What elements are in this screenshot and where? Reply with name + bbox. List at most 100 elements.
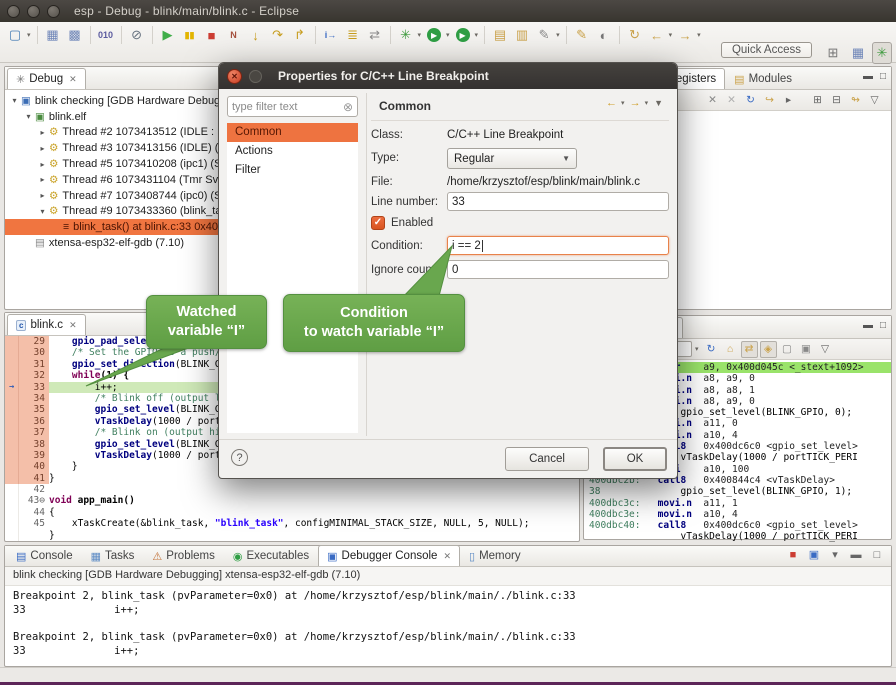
terminate-icon[interactable]: ■ [201,24,223,46]
console-dropdown-icon[interactable]: ▾ [827,548,843,561]
open-perspective-icon[interactable]: ⊞ [822,42,844,64]
expand-arrow-icon[interactable]: ▸ [37,144,48,153]
annotation-icon[interactable]: ✎ [533,24,555,46]
clear-filter-icon[interactable]: ⊗ [343,100,353,114]
code-line[interactable]: 45 xTaskCreate(&blink_task, "blink_task"… [5,518,579,529]
dialog-nav-common[interactable]: Common [227,123,358,142]
run-config-icon[interactable]: ▶ [423,24,445,46]
condition-input[interactable]: i == 2 [447,236,669,255]
chevron-down-icon[interactable]: ▾ [695,345,699,353]
expand-arrow-icon[interactable]: ▸ [37,175,48,184]
minimize-icon[interactable]: ▬ [848,549,864,561]
step-into-icon[interactable]: ↓ [245,24,267,46]
code-line[interactable]: 44{ [5,507,579,518]
remove-selected-icon[interactable]: ✕ [704,92,721,109]
debug-perspective-icon[interactable]: ✳ [872,42,892,64]
dialog-window-button[interactable] [249,70,262,83]
window-minimize-button[interactable] [27,5,40,18]
type-select[interactable]: Regular ▼ [447,148,577,169]
display-console-icon[interactable]: ▣ [806,548,822,561]
link-with-editor-icon[interactable]: ◐ [593,24,615,46]
cancel-button[interactable]: Cancel [505,447,589,471]
close-icon[interactable]: ✕ [69,320,77,331]
remove-all-icon[interactable]: ✕ [723,92,740,109]
expand-arrow-icon[interactable]: ▸ [37,191,48,200]
back-icon[interactable]: ← [646,24,668,46]
chevron-down-icon[interactable]: ▾ [446,31,450,39]
back-icon[interactable]: ← [606,97,617,109]
minimize-icon[interactable]: ▬ [863,320,873,331]
collapse-all-icon[interactable]: ⊟ [828,92,845,109]
sync-selection-icon[interactable]: ◈ [760,341,777,358]
tab-console[interactable]: ▤Console [7,545,82,566]
open-new-view-icon[interactable]: ▢ [779,341,796,358]
filter-input[interactable]: type filter text ⊗ [227,96,358,117]
cpp-perspective-icon[interactable]: ▦ [847,42,869,64]
view-menu-icon[interactable]: ▽ [866,92,883,109]
expand-arrow-icon[interactable]: ▾ [37,207,48,216]
tab-problems[interactable]: ⚠Problems [143,545,223,566]
tab-modules[interactable]: ▤ Modules [725,68,801,89]
minimize-icon[interactable]: ▬ [863,71,873,82]
dialog-close-button[interactable]: ✕ [227,69,242,84]
pointer-icon[interactable]: ▸ [780,92,797,109]
close-icon[interactable]: ✕ [443,551,451,562]
forward-icon[interactable]: → [674,24,696,46]
terminate-icon[interactable]: ■ [785,549,801,561]
debug-config-icon[interactable]: ✳ [395,24,417,46]
chevron-down-icon[interactable]: ▾ [27,31,31,39]
chevron-down-icon[interactable]: ▾ [697,31,701,39]
window-maximize-button[interactable] [47,5,60,18]
view-menu-icon[interactable]: ▽ [817,341,834,358]
home-icon[interactable]: ⌂ [722,341,739,358]
chevron-down-icon[interactable]: ▾ [475,31,479,39]
skip-breakpoints-icon[interactable]: ⊘ [126,24,148,46]
enabled-checkbox[interactable]: ✓ [371,216,385,230]
pin-icon[interactable]: ▣ [798,341,815,358]
step-over-icon[interactable]: ↷ [267,24,289,46]
quick-access-button[interactable]: Quick Access [721,42,812,58]
maximize-icon[interactable]: □ [869,549,885,561]
last-edit-location-icon[interactable]: ↻ [624,24,646,46]
help-icon[interactable]: ? [231,449,248,466]
refresh-icon[interactable]: ↻ [703,341,720,358]
save-all-icon[interactable]: ▩ [64,24,86,46]
tab-memory[interactable]: ▯Memory [460,545,530,566]
expand-arrow-icon[interactable]: ▾ [23,112,34,121]
code-line[interactable]: 43⊖void app_main() [5,495,579,506]
save-icon[interactable]: ▦ [42,24,64,46]
code-line[interactable]: 42 [5,484,579,495]
tab-debug[interactable]: ✳ Debug ✕ [7,68,86,89]
disconnect-icon[interactable]: N [223,24,245,46]
expand-arrow-icon[interactable]: ▾ [9,96,20,105]
resume-icon[interactable]: ▶ [157,24,179,46]
tab-tasks[interactable]: ▦Tasks [82,545,144,566]
tab-debugger-console[interactable]: ▣Debugger Console✕ [318,545,460,566]
refresh-icon[interactable]: ↻ [742,92,759,109]
external-tools-icon[interactable]: ▶ [452,24,474,46]
tab-executables[interactable]: ◉Executables [224,545,318,566]
maximize-icon[interactable]: □ [880,320,886,331]
window-close-button[interactable] [7,5,20,18]
line-number-input[interactable]: 33 [447,192,669,211]
suspend-icon[interactable]: ▮▮ [179,24,201,46]
chevron-down-icon[interactable]: ▾ [556,31,560,39]
open-project-icon[interactable]: ▤ [489,24,511,46]
instruction-stepping-icon[interactable]: i→ [320,24,342,46]
open-type-icon[interactable]: ▥ [511,24,533,46]
import-icon[interactable]: ↪ [761,92,778,109]
tab-blink-c[interactable]: c blink.c ✕ [7,314,86,335]
expand-all-icon[interactable]: ⊞ [809,92,826,109]
chevron-down-icon[interactable]: ▾ [418,31,422,39]
dialog-nav-actions[interactable]: Actions [227,142,358,161]
reverse-debug-icon[interactable]: ⇄ [364,24,386,46]
forward-icon[interactable]: → [630,97,641,109]
console-output[interactable]: Breakpoint 2, blink_task (pvParameter=0x… [5,586,891,663]
dialog-nav-filter[interactable]: Filter [227,161,358,180]
chevron-down-icon[interactable]: ▾ [669,31,673,39]
binary-file-icon[interactable]: 010 [95,24,117,46]
mark-occurrences-icon[interactable]: ✎ [571,24,593,46]
ignore-count-input[interactable]: 0 [447,260,669,279]
code-line[interactable]: } [5,530,579,541]
cast-to-type-icon[interactable]: ↬ [847,92,864,109]
